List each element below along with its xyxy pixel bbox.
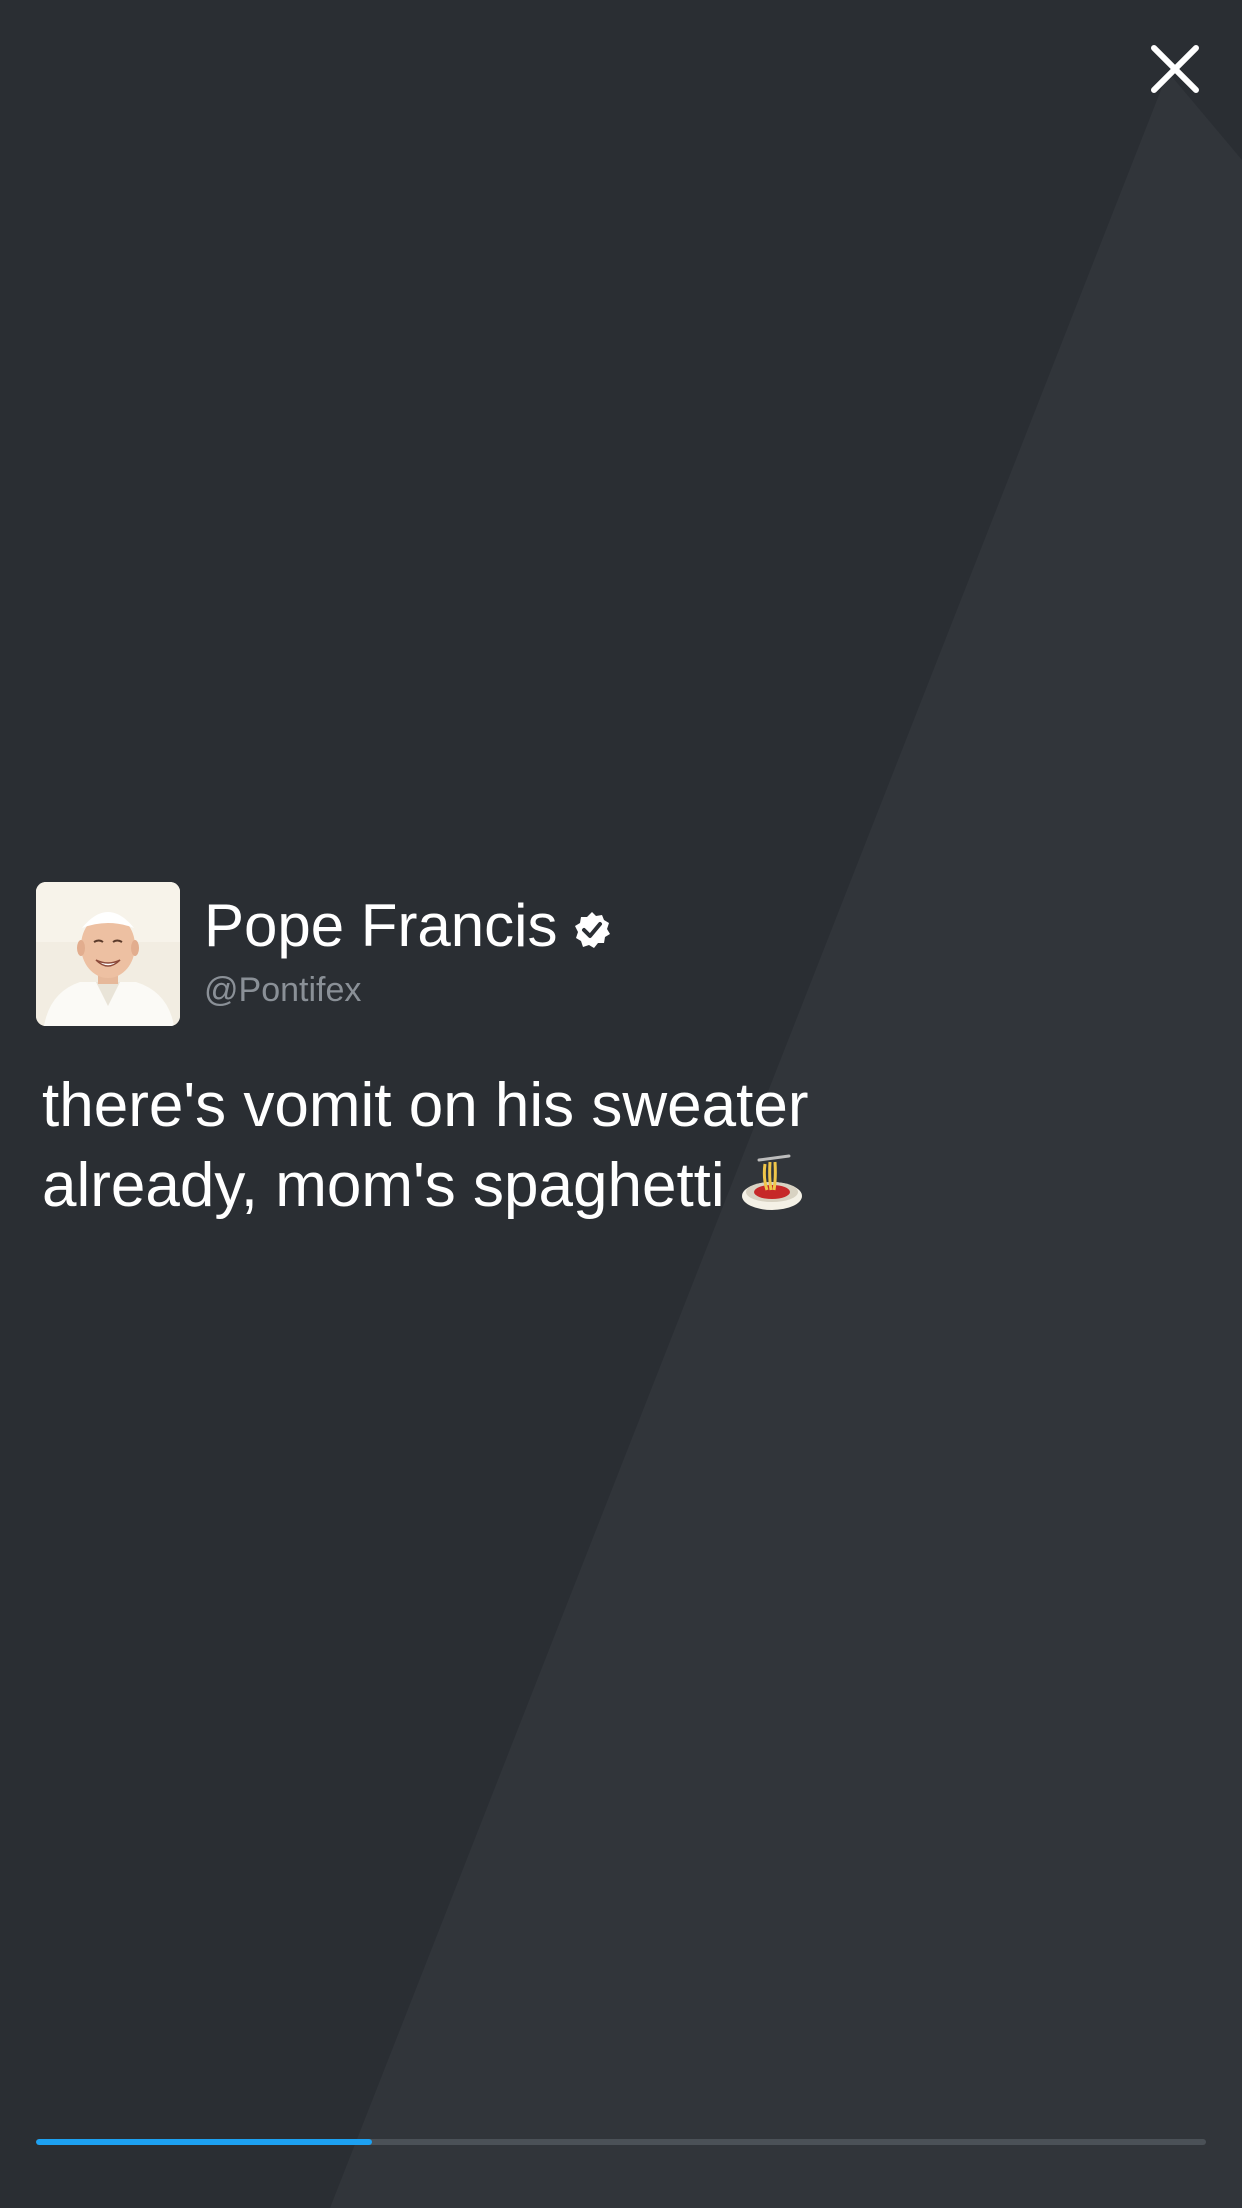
tweet-line-1: there's vomit on his sweater <box>42 1071 809 1140</box>
progress-fill <box>36 2139 372 2145</box>
user-name-row: Pope Francis <box>204 888 612 964</box>
avatar[interactable] <box>36 882 180 1026</box>
progress-bar <box>36 2139 1206 2145</box>
tweet-line-2: already, mom's spaghetti <box>42 1146 902 1226</box>
close-icon <box>1151 45 1199 93</box>
verified-badge-icon <box>574 912 610 948</box>
tweet-text: there's vomit on his sweater already, mo… <box>42 1066 902 1226</box>
user-name[interactable]: Pope Francis <box>204 888 558 964</box>
user-handle[interactable]: @Pontifex <box>204 968 361 1012</box>
close-button[interactable] <box>1140 34 1210 104</box>
spaghetti-emoji-icon <box>741 1154 802 1210</box>
tweet-line-2-text: already, mom's spaghetti <box>42 1151 725 1220</box>
